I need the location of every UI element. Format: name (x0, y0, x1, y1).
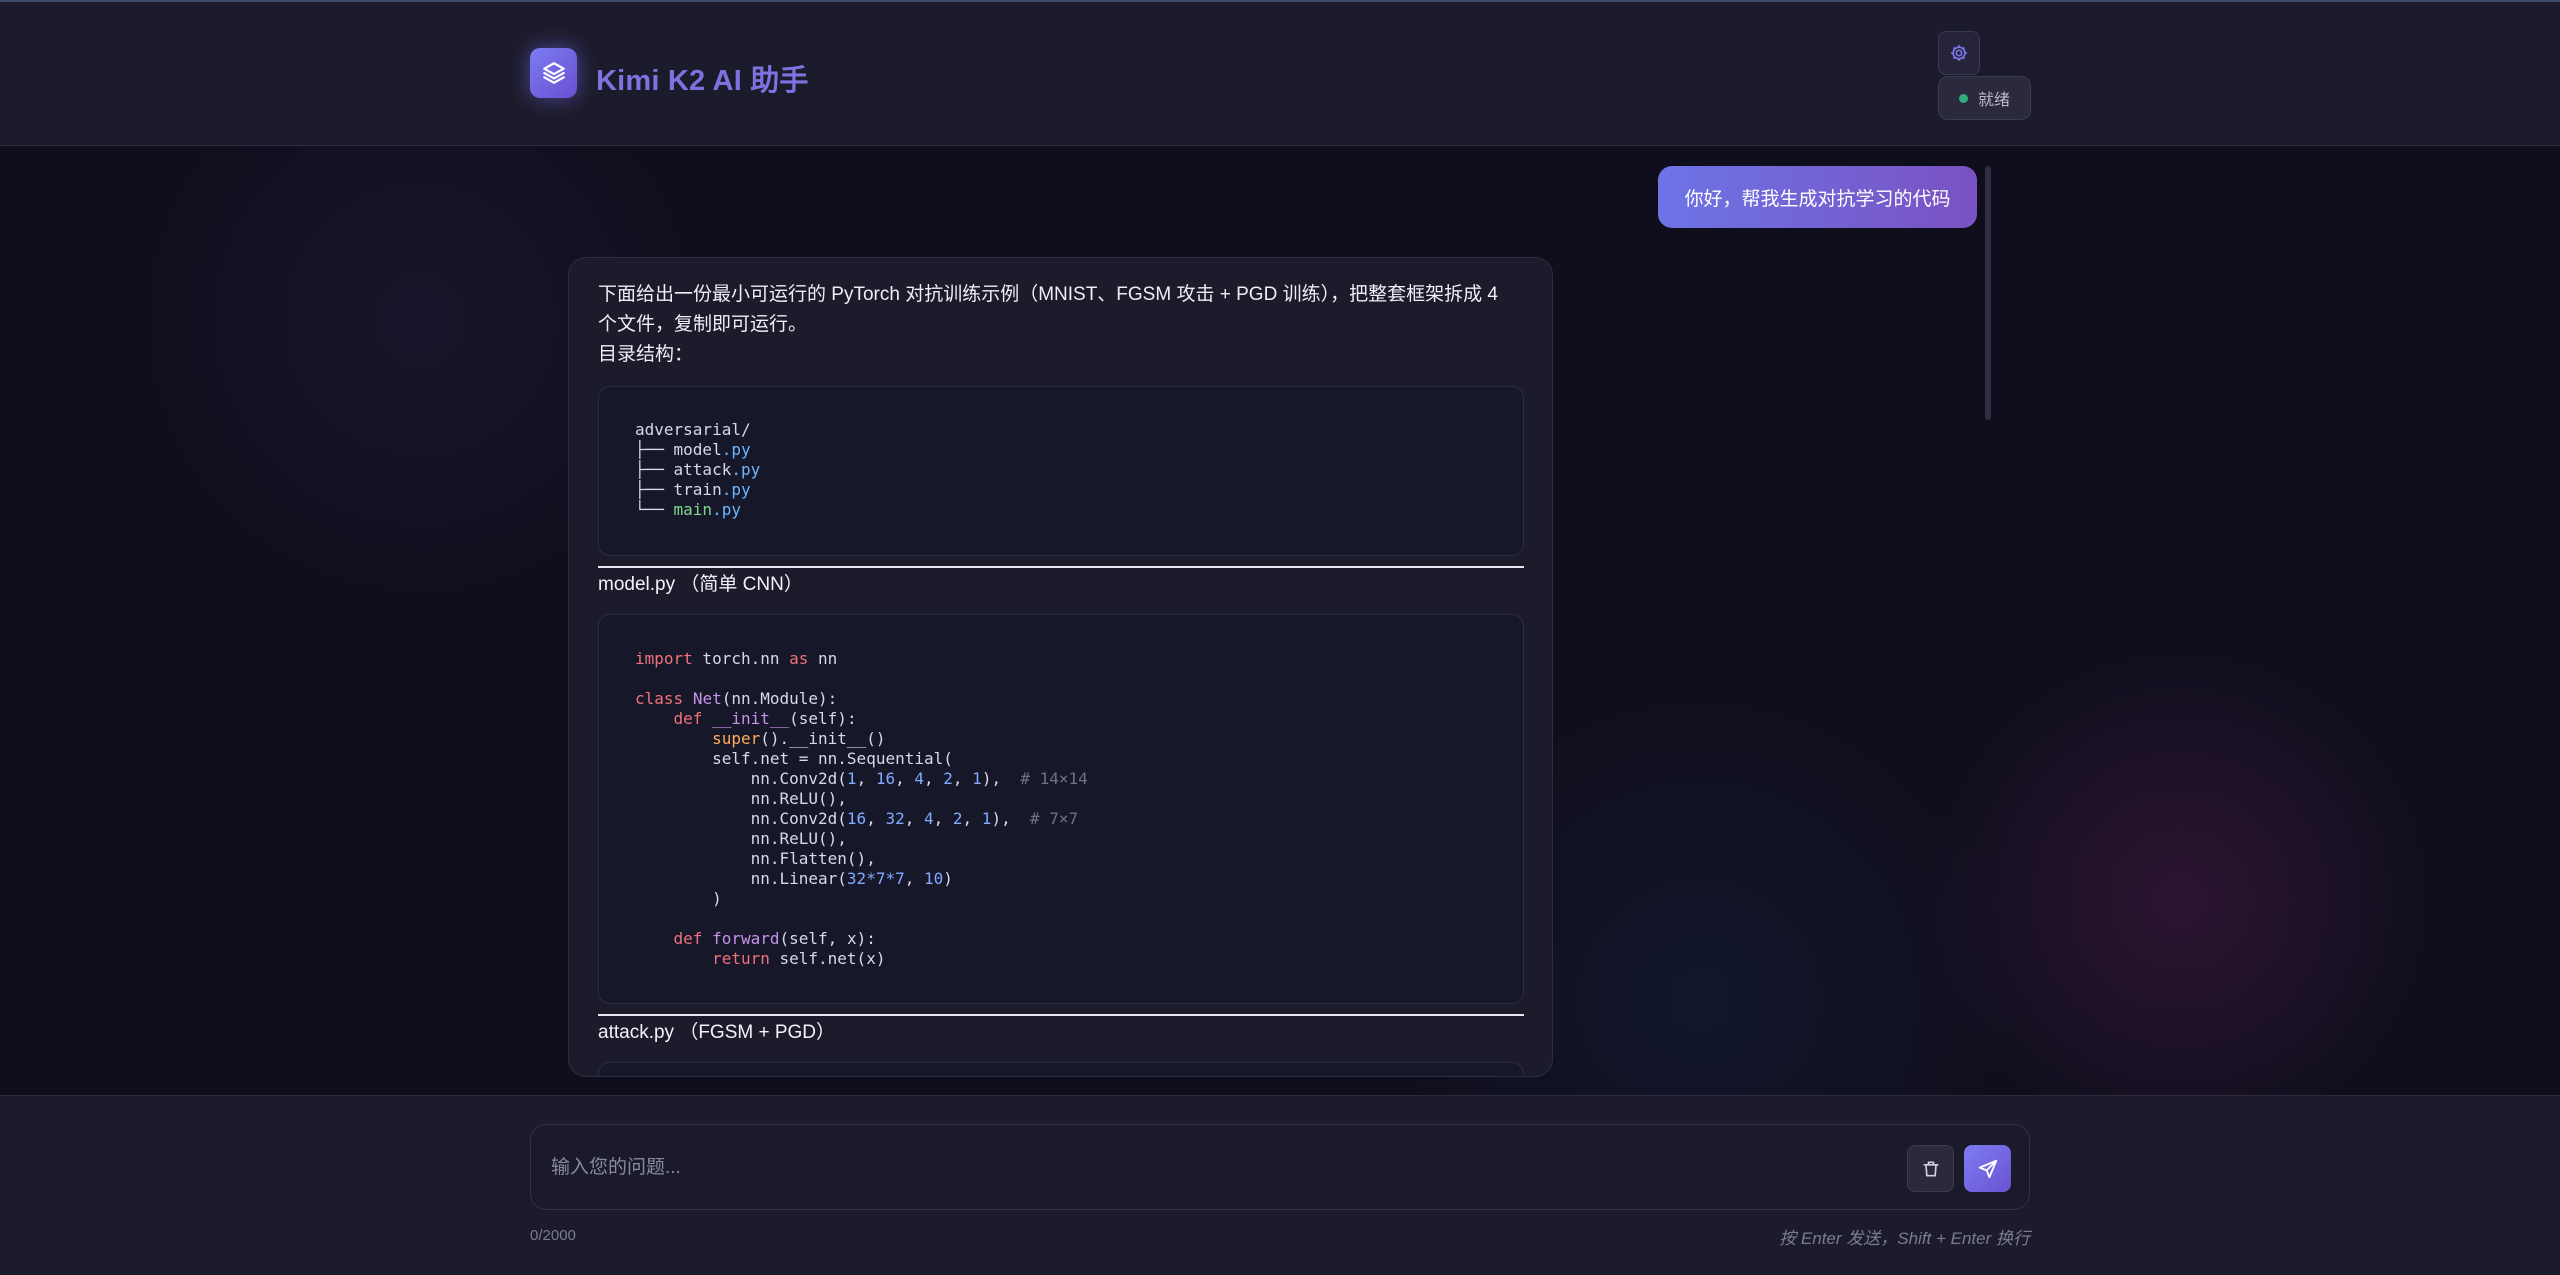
code-num: 4 (914, 769, 924, 788)
chat-input[interactable] (551, 1143, 1851, 1193)
code-num: 16 (846, 809, 867, 828)
code-token: def (673, 709, 703, 728)
intro-line: 个文件，复制即可运行。 (598, 314, 808, 335)
code-comment: # 7×7 (1029, 809, 1079, 828)
code-num: 1 (981, 809, 992, 828)
code-token: as (789, 649, 809, 668)
code-token: nn.ReLU(), (750, 829, 847, 848)
code-token: nn.Linear( (750, 869, 847, 888)
code-token: nn.ReLU(), (750, 789, 847, 808)
code-token: (self): (789, 709, 857, 728)
status-dot (1959, 93, 1968, 103)
code-block-attack[interactable] (598, 1062, 1524, 1076)
section-divider (598, 566, 1524, 568)
code-token: nn.Conv2d( (750, 809, 847, 828)
tree-ext: .py (712, 500, 741, 519)
user-message-text: 你好，帮我生成对抗学习的代码 (1684, 188, 1951, 210)
tree-prefix: ├── (635, 460, 674, 479)
char-counter: 0/2000 (530, 1227, 576, 1244)
code-token: forward (712, 929, 780, 948)
app-logo (530, 48, 577, 98)
tree-ext: .py (721, 440, 751, 459)
tree-prefix: └── (635, 500, 674, 519)
trash-icon (1923, 1161, 1938, 1176)
tree-prefix: ├── (635, 440, 674, 459)
assistant-intro: 下面给出一份最小可运行的 PyTorch 对抗训练示例（MNIST、FGSM 攻… (598, 280, 1524, 370)
tree-root: adversarial/ (635, 420, 751, 439)
section-heading-model: model.py （简单 CNN） (598, 574, 803, 595)
status-badge: 就绪 (1938, 76, 2031, 120)
code-token: super (712, 729, 761, 748)
code-num: 32 (885, 809, 905, 828)
code-block-tree[interactable]: adversarial/ ├── model.py ├── attack.py … (598, 386, 1524, 556)
code-token: (self, x): (779, 929, 876, 948)
code-num: 2 (943, 769, 953, 788)
code-num: 10 (923, 869, 944, 888)
app-title: Kimi K2 AI 助手 (596, 65, 809, 97)
code-token: nn (808, 649, 838, 668)
status-text: 就绪 (1978, 92, 2011, 109)
assistant-message-content: 下面给出一份最小可运行的 PyTorch 对抗训练示例（MNIST、FGSM 攻… (598, 280, 1524, 1076)
code-num: 16 (875, 769, 896, 788)
send-icon (1978, 1159, 1997, 1178)
code-num: 4 (923, 809, 934, 828)
layers-icon (542, 62, 565, 84)
section-divider (598, 1014, 1524, 1016)
intro-line: 下面给出一份最小可运行的 PyTorch 对抗训练示例（MNIST、FGSM 攻… (598, 284, 1498, 305)
gear-icon (1951, 45, 1967, 61)
code-token: return (712, 949, 770, 968)
code-block-model[interactable]: import torch.nn as nn class Net(nn.Modul… (598, 614, 1524, 1004)
input-hint: 按 Enter 发送，Shift + Enter 换行 (1779, 1229, 2030, 1248)
code-num: 32*7*7 (846, 869, 905, 888)
code-num: 1 (972, 769, 982, 788)
assistant-message-card: 下面给出一份最小可运行的 PyTorch 对抗训练示例（MNIST、FGSM 攻… (568, 257, 1553, 1077)
section-heading-attack: attack.py （FGSM + PGD） (598, 1022, 836, 1043)
code-token: class (635, 689, 684, 708)
code-comment: # 14×14 (1020, 769, 1088, 788)
code-num: 1 (846, 769, 857, 788)
dir-label: 目录结构： (598, 344, 694, 365)
code-token: ().__init__() (760, 729, 886, 748)
code-token: (nn.Module): (721, 689, 838, 708)
code-token: torch.nn (692, 649, 790, 668)
chat-scrollbar[interactable] (1985, 166, 1991, 420)
code-token: self.net = nn.Sequential( (712, 749, 953, 768)
clear-button[interactable] (1907, 1145, 1954, 1192)
code-token: ) (712, 889, 722, 908)
code-token: Net (692, 689, 722, 708)
tree-ext: .py (731, 460, 761, 479)
app-header: Kimi K2 AI 助手 就绪 (0, 0, 2560, 146)
tree-file: train (673, 480, 722, 499)
code-token: import (635, 649, 693, 668)
tree-file: attack (673, 460, 732, 479)
code-token: def (673, 929, 703, 948)
app-root: Kimi K2 AI 助手 就绪 你好，帮我生成对抗学习的代码 下面给出一份最小… (0, 0, 2560, 1275)
code-token: nn.Flatten(), (750, 849, 876, 868)
tree-prefix: ├── (635, 480, 674, 499)
code-token: __init__ (712, 709, 790, 728)
tree-file: main (673, 500, 713, 519)
code-num: 2 (952, 809, 963, 828)
send-button[interactable] (1964, 1145, 2011, 1192)
tree-ext: .py (721, 480, 751, 499)
settings-button[interactable] (1938, 31, 1980, 75)
code-token: self.net(x) (769, 949, 886, 968)
user-message-bubble: 你好，帮我生成对抗学习的代码 (1658, 166, 1977, 228)
chat-input-box (530, 1124, 2030, 1210)
code-token: nn.Conv2d( (750, 769, 847, 788)
tree-file: model (673, 440, 722, 459)
